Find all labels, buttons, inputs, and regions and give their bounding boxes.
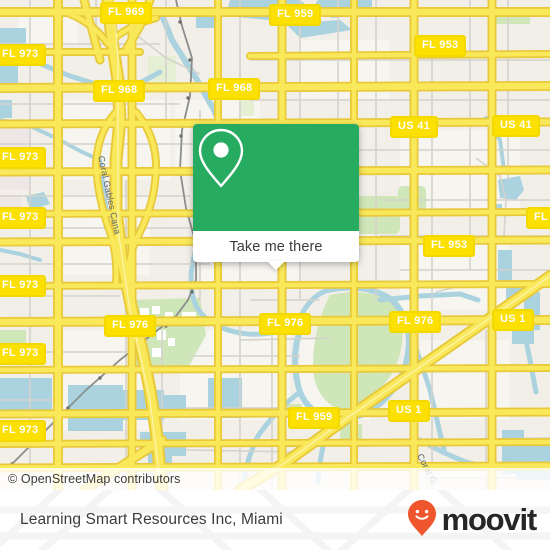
road-shield[interactable]: FL 973 xyxy=(0,147,47,169)
road-shield[interactable]: FL 973 xyxy=(0,44,47,66)
road-shield[interactable]: FL 959 xyxy=(269,4,322,26)
road-shield[interactable]: FL 968 xyxy=(208,78,261,100)
road-shield[interactable]: FL 976 xyxy=(259,313,312,335)
road-shield[interactable]: US 1 xyxy=(492,309,534,331)
road-shield[interactable]: FL 973 xyxy=(0,275,47,297)
road-shield[interactable]: FL 973 xyxy=(0,420,47,442)
popup-image-area xyxy=(193,124,359,231)
page-footer: Learning Smart Resources Inc, Miami moov… xyxy=(0,490,550,550)
road-shield[interactable]: FL 968 xyxy=(93,80,146,102)
map-attribution-bar: © OpenStreetMap contributors xyxy=(0,468,550,490)
place-title: Learning Smart Resources Inc, Miami xyxy=(20,511,283,528)
moovit-logo[interactable]: moovit xyxy=(407,490,538,550)
road-shield[interactable]: FL 959 xyxy=(288,407,341,429)
take-me-there-button[interactable]: Take me there xyxy=(193,231,359,270)
road-shield[interactable]: FL 953 xyxy=(414,35,467,57)
map-canvas[interactable]: FL 969 FL 959 FL 953 FL 973 FL 968 FL 96… xyxy=(0,0,550,490)
osm-attribution-text[interactable]: © OpenStreetMap contributors xyxy=(0,472,181,486)
road-shield[interactable]: FL 976 xyxy=(389,311,442,333)
take-me-there-label: Take me there xyxy=(229,238,323,255)
road-shield[interactable]: FL 953 xyxy=(423,235,476,257)
moovit-place-map-page: FL 969 FL 959 FL 953 FL 973 FL 968 FL 96… xyxy=(0,0,550,550)
popup-pointer xyxy=(267,261,285,270)
road-shield[interactable]: FL 969 xyxy=(100,2,153,24)
moovit-smiley-pin-icon xyxy=(407,499,437,542)
place-popup[interactable]: Take me there xyxy=(193,124,359,270)
moovit-wordmark: moovit xyxy=(441,501,538,537)
road-shield[interactable]: FL 973 xyxy=(0,207,47,229)
road-shield[interactable]: FL 973 xyxy=(0,343,47,365)
road-shield[interactable]: FL 9 xyxy=(526,207,550,229)
road-shield[interactable]: US 41 xyxy=(390,116,439,138)
road-shield[interactable]: US 41 xyxy=(492,115,541,137)
road-shield[interactable]: US 1 xyxy=(388,400,430,422)
road-shield[interactable]: FL 976 xyxy=(104,315,157,337)
